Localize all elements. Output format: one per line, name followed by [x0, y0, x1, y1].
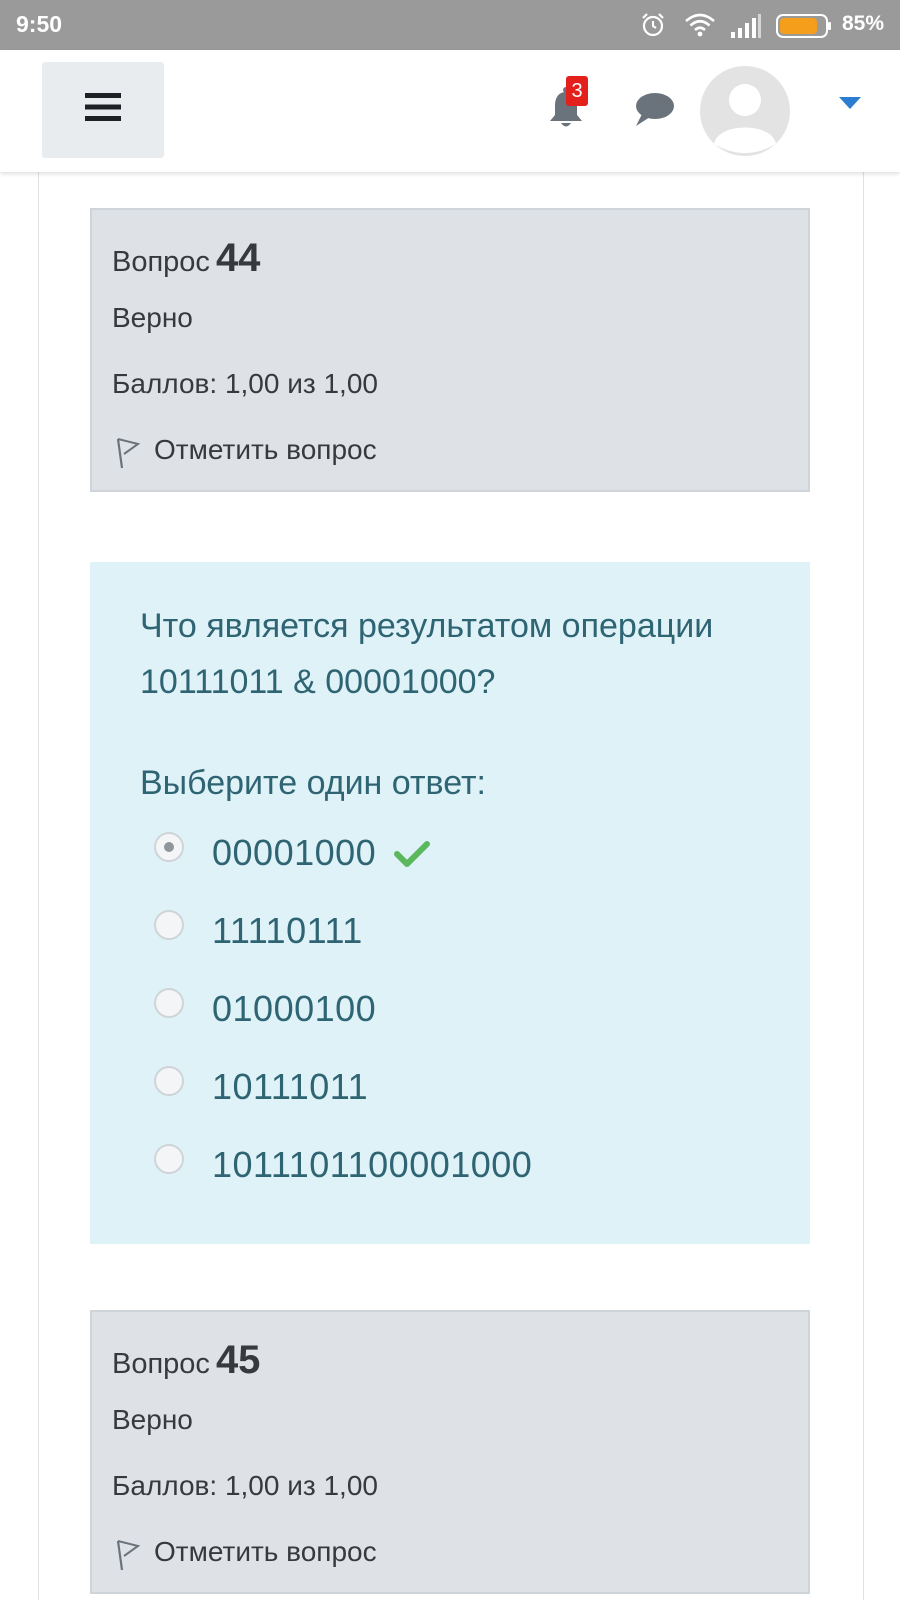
radio-button[interactable]: [154, 1066, 184, 1096]
question-grade: Баллов: 1,00 из 1,00: [112, 1470, 378, 1501]
hamburger-icon: [85, 93, 121, 121]
answer-option-3[interactable]: 01000100: [154, 988, 754, 1038]
status-time: 9:50: [16, 11, 63, 37]
check-icon: [394, 841, 430, 867]
question-number: 45: [215, 1338, 261, 1382]
answer-label: 01000100: [212, 988, 377, 1029]
answer-option-1[interactable]: 00001000: [154, 832, 754, 882]
menu-button[interactable]: [42, 62, 164, 158]
question-heading: Вопрос 45: [112, 1338, 260, 1383]
battery-icon: [776, 14, 832, 38]
question-content: Что является результатом операции 101110…: [90, 562, 810, 1244]
alarm-icon: [642, 13, 664, 37]
flag-question-label: Отметить вопрос: [154, 1536, 377, 1567]
question-state: Верно: [112, 1404, 193, 1435]
question-grade: Баллов: 1,00 из 1,00: [112, 368, 378, 399]
question-text: Что является результатом операции 101110…: [140, 607, 714, 701]
status-bar: 9:50 85%: [0, 0, 900, 50]
top-navbar: 3: [0, 50, 900, 172]
answer-label: 00001000: [212, 832, 377, 873]
radio-button[interactable]: [154, 988, 184, 1018]
chat-icon[interactable]: [632, 90, 676, 130]
flag-question-label: Отметить вопрос: [154, 434, 377, 465]
answer-label: 11110111: [212, 910, 363, 951]
question-state: Верно: [112, 302, 193, 333]
answer-option-4[interactable]: 10111011: [154, 1066, 754, 1116]
flag-icon: [116, 1540, 141, 1571]
caret-down-icon[interactable]: [838, 96, 862, 110]
notification-badge: 3: [566, 76, 588, 106]
answer-option-5[interactable]: 1011101100001000: [154, 1144, 754, 1194]
answer-option-2[interactable]: 11110111: [154, 910, 754, 960]
avatar[interactable]: [700, 66, 790, 156]
question-heading: Вопрос 44: [112, 236, 260, 281]
radio-button[interactable]: [154, 1144, 184, 1174]
question-label: Вопрос: [112, 246, 210, 278]
radio-button[interactable]: [154, 832, 184, 862]
question-info-45: Вопрос 45 Верно Баллов: 1,00 из 1,00 Отме…: [90, 1310, 810, 1594]
flag-icon: [116, 438, 141, 469]
question-info-44: Вопрос 44 Верно Баллов: 1,00 из 1,00 Отме…: [90, 208, 810, 492]
answer-prompt: Выберите один ответ:: [140, 764, 486, 802]
radio-button[interactable]: [154, 910, 184, 940]
question-number: 44: [215, 236, 261, 280]
question-label: Вопрос: [112, 1348, 210, 1380]
answer-label: 1011101100001000: [212, 1144, 533, 1185]
signal-icon: [731, 14, 761, 38]
battery-percent: 85%: [842, 12, 885, 35]
wifi-icon: [685, 13, 715, 37]
answer-label: 10111011: [212, 1066, 369, 1107]
